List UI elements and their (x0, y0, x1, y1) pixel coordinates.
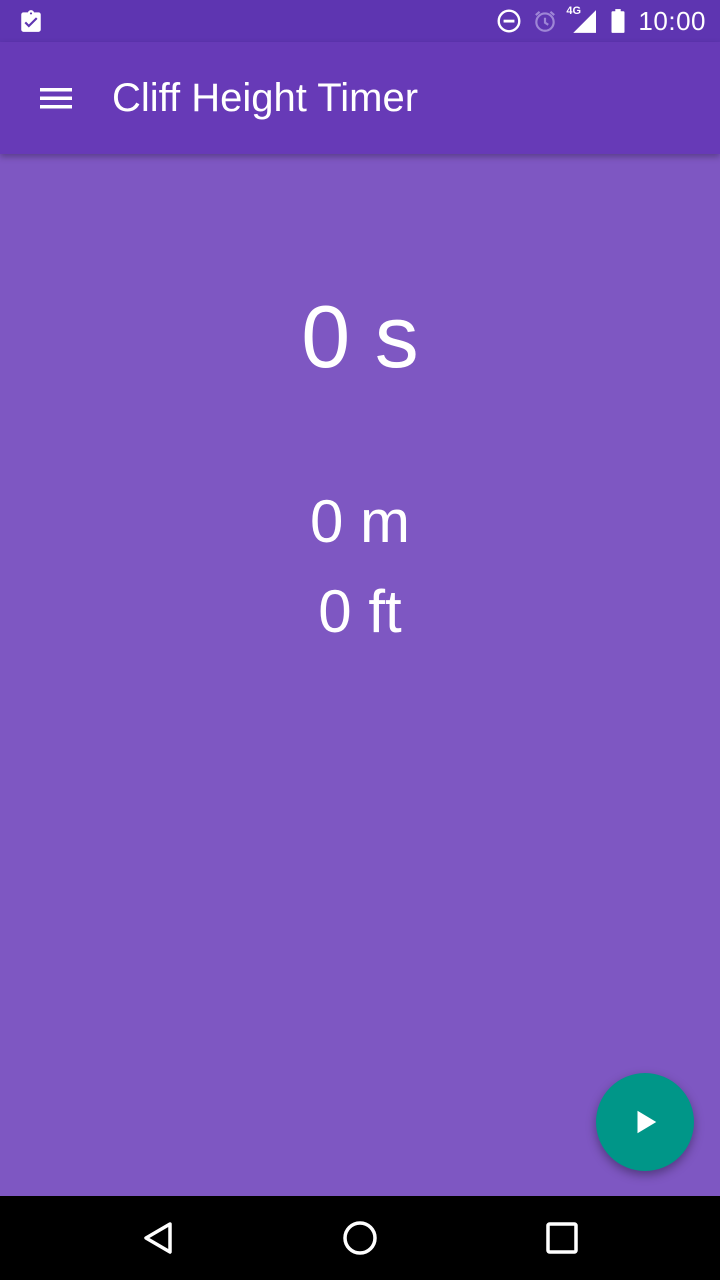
play-icon (637, 1110, 657, 1134)
app-title: Cliff Height Timer (112, 76, 419, 120)
network-type: 4G (566, 5, 582, 17)
start-timer-button[interactable] (596, 1073, 694, 1171)
main-content: 0 s 0 m 0 ft (0, 154, 720, 1196)
app-bar: Cliff Height Timer (0, 42, 720, 154)
menu-button[interactable] (24, 66, 88, 130)
home-icon (343, 1221, 377, 1255)
do-not-disturb-icon (497, 9, 521, 33)
clipboard-check-icon (21, 10, 41, 32)
menu-icon (40, 88, 72, 109)
battery-icon (611, 9, 625, 33)
height-meters-readout: 0 m (309, 488, 411, 555)
recents-button[interactable] (532, 1208, 592, 1268)
status-time: 10:00 (638, 5, 706, 36)
status-bar: 4G 10:00 (0, 0, 720, 42)
back-icon (144, 1222, 172, 1254)
home-button[interactable] (330, 1208, 390, 1268)
status-icons: 4G 10:00 (496, 0, 706, 42)
recents-icon (546, 1222, 578, 1254)
time-readout: 0 s (301, 287, 419, 386)
signal-indicator: 4G (566, 5, 598, 34)
alarm-icon (535, 10, 556, 32)
height-feet-readout: 0 ft (318, 578, 402, 645)
back-button[interactable] (128, 1208, 188, 1268)
screen: 4G 10:00 Cliff Height Timer 0 s 0 m 0 ft (0, 0, 720, 1280)
navigation-bar (0, 1196, 720, 1280)
